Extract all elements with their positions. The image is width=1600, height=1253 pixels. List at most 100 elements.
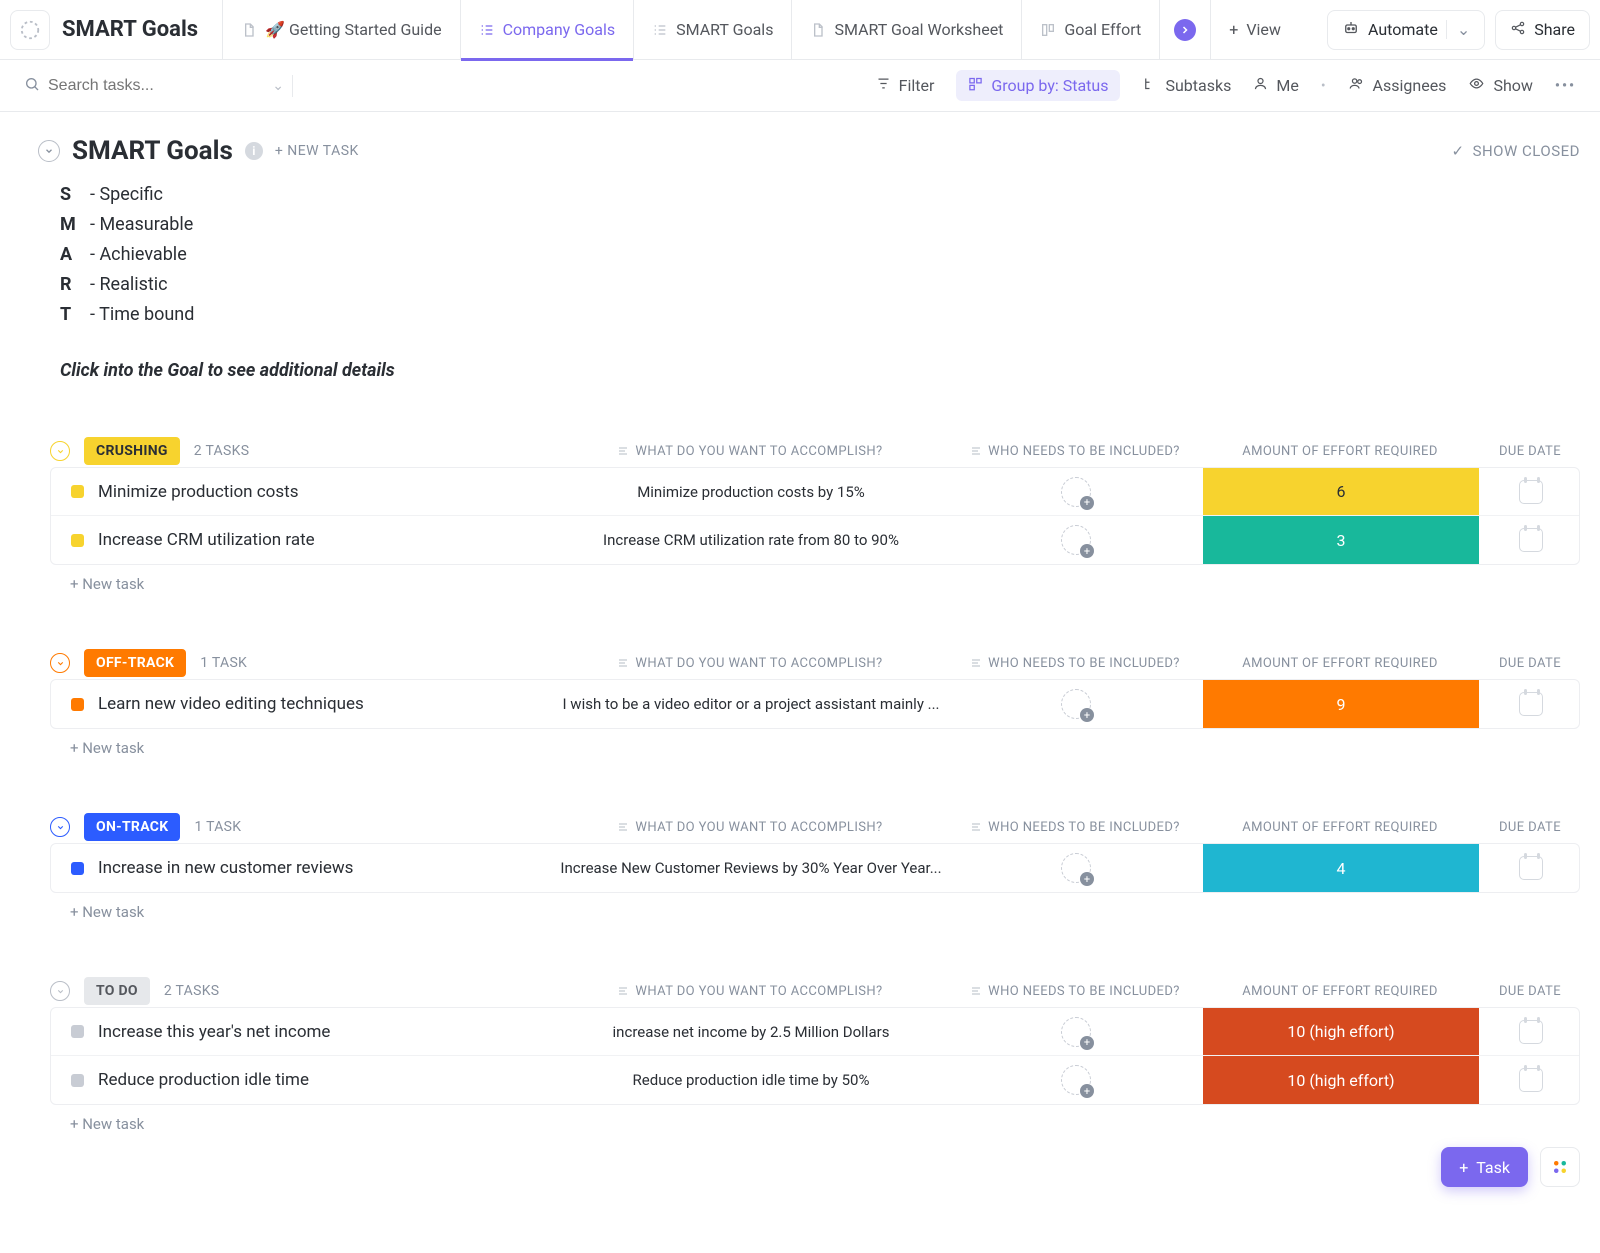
- status-square-icon[interactable]: [71, 534, 84, 547]
- tabs-overflow[interactable]: [1159, 0, 1210, 60]
- more-icon[interactable]: •••: [1555, 78, 1576, 94]
- column-accomplish[interactable]: WHAT DO YOU WANT TO ACCOMPLISH?: [550, 820, 950, 835]
- status-pill[interactable]: ON-TRACK: [84, 813, 180, 841]
- column-accomplish[interactable]: WHAT DO YOU WANT TO ACCOMPLISH?: [550, 984, 950, 999]
- search-box[interactable]: ⌄: [24, 76, 284, 96]
- column-effort[interactable]: AMOUNT OF EFFORT REQUIRED: [1200, 984, 1480, 999]
- column-effort[interactable]: AMOUNT OF EFFORT REQUIRED: [1200, 820, 1480, 835]
- column-effort[interactable]: AMOUNT OF EFFORT REQUIRED: [1200, 444, 1480, 459]
- task-row[interactable]: Minimize production costs Minimize produ…: [51, 468, 1579, 516]
- collapse-group-icon[interactable]: [50, 817, 70, 837]
- collapse-group-icon[interactable]: [50, 981, 70, 1001]
- effort-cell[interactable]: 9: [1201, 680, 1481, 728]
- list-icon[interactable]: [10, 10, 50, 50]
- add-task-row[interactable]: + New task: [50, 565, 1580, 593]
- calendar-icon[interactable]: [1519, 528, 1543, 552]
- column-due[interactable]: DUE DATE: [1480, 984, 1580, 999]
- tab-goal-effort[interactable]: Goal Effort: [1021, 0, 1159, 60]
- add-assignee-icon[interactable]: [1061, 525, 1091, 555]
- due-date-cell[interactable]: [1481, 1068, 1580, 1092]
- due-date-cell[interactable]: [1481, 692, 1580, 716]
- effort-cell[interactable]: 4: [1201, 844, 1481, 892]
- column-included[interactable]: WHO NEEDS TO BE INCLUDED?: [950, 984, 1200, 999]
- add-assignee-icon[interactable]: [1061, 689, 1091, 719]
- automate-button[interactable]: Automate ⌄: [1327, 10, 1485, 50]
- calendar-icon[interactable]: [1519, 1068, 1543, 1092]
- status-pill[interactable]: OFF-TRACK: [84, 649, 186, 677]
- tab-getting-started[interactable]: 🚀 Getting Started Guide: [222, 0, 460, 60]
- accomplish-cell[interactable]: increase net income by 2.5 Million Dolla…: [551, 1023, 951, 1041]
- column-accomplish[interactable]: WHAT DO YOU WANT TO ACCOMPLISH?: [550, 656, 950, 671]
- search-input[interactable]: [48, 77, 264, 95]
- status-square-icon[interactable]: [71, 485, 84, 498]
- apps-button[interactable]: [1540, 1147, 1580, 1187]
- filter-button[interactable]: Filter: [876, 76, 935, 95]
- due-date-cell[interactable]: [1481, 1020, 1580, 1044]
- due-date-cell[interactable]: [1481, 480, 1580, 504]
- accomplish-cell[interactable]: Increase New Customer Reviews by 30% Yea…: [551, 859, 951, 877]
- status-square-icon[interactable]: [71, 862, 84, 875]
- due-date-cell[interactable]: [1481, 856, 1580, 880]
- task-row[interactable]: Learn new video editing techniques I wis…: [51, 680, 1579, 728]
- tab-company-goals[interactable]: Company Goals: [460, 0, 634, 60]
- column-included[interactable]: WHO NEEDS TO BE INCLUDED?: [950, 656, 1200, 671]
- column-included[interactable]: WHO NEEDS TO BE INCLUDED?: [950, 820, 1200, 835]
- accomplish-cell[interactable]: Increase CRM utilization rate from 80 to…: [551, 531, 951, 549]
- assignee-cell[interactable]: [951, 1065, 1201, 1095]
- status-square-icon[interactable]: [71, 1074, 84, 1087]
- add-assignee-icon[interactable]: [1061, 1065, 1091, 1095]
- column-effort[interactable]: AMOUNT OF EFFORT REQUIRED: [1200, 656, 1480, 671]
- me-button[interactable]: Me: [1253, 76, 1298, 95]
- show-closed-button[interactable]: ✓ SHOW CLOSED: [1452, 142, 1581, 160]
- task-row[interactable]: Increase this year's net income increase…: [51, 1008, 1579, 1056]
- calendar-icon[interactable]: [1519, 856, 1543, 880]
- assignee-cell[interactable]: [951, 689, 1201, 719]
- share-button[interactable]: Share: [1495, 10, 1590, 50]
- assignee-cell[interactable]: [951, 853, 1201, 883]
- assignee-cell[interactable]: [951, 1017, 1201, 1047]
- column-due[interactable]: DUE DATE: [1480, 444, 1580, 459]
- chevron-down-icon[interactable]: ⌄: [272, 78, 284, 94]
- assignee-cell[interactable]: [951, 525, 1201, 555]
- assignee-cell[interactable]: [951, 477, 1201, 507]
- add-assignee-icon[interactable]: [1061, 477, 1091, 507]
- column-accomplish[interactable]: WHAT DO YOU WANT TO ACCOMPLISH?: [550, 444, 950, 459]
- show-button[interactable]: Show: [1468, 76, 1532, 95]
- task-row[interactable]: Reduce production idle time Reduce produ…: [51, 1056, 1579, 1104]
- effort-cell[interactable]: 3: [1201, 516, 1481, 564]
- status-pill[interactable]: CRUSHING: [84, 437, 180, 465]
- status-square-icon[interactable]: [71, 698, 84, 711]
- new-task-button[interactable]: + NEW TASK: [275, 143, 359, 159]
- effort-cell[interactable]: 10 (high effort): [1201, 1056, 1481, 1104]
- add-task-row[interactable]: + New task: [50, 729, 1580, 757]
- calendar-icon[interactable]: [1519, 1020, 1543, 1044]
- effort-cell[interactable]: 6: [1201, 468, 1481, 515]
- due-date-cell[interactable]: [1481, 528, 1580, 552]
- column-included[interactable]: WHO NEEDS TO BE INCLUDED?: [950, 444, 1200, 459]
- add-task-row[interactable]: + New task: [50, 1105, 1580, 1133]
- tab-smart-goals[interactable]: SMART Goals: [633, 0, 791, 60]
- status-square-icon[interactable]: [71, 1025, 84, 1038]
- collapse-group-icon[interactable]: [50, 441, 70, 461]
- group-by-button[interactable]: Group by: Status: [956, 70, 1120, 101]
- add-view[interactable]: + View: [1210, 0, 1299, 60]
- effort-cell[interactable]: 10 (high effort): [1201, 1008, 1481, 1055]
- calendar-icon[interactable]: [1519, 692, 1543, 716]
- column-due[interactable]: DUE DATE: [1480, 656, 1580, 671]
- assignees-button[interactable]: Assignees: [1348, 76, 1447, 95]
- task-row[interactable]: Increase in new customer reviews Increas…: [51, 844, 1579, 892]
- calendar-icon[interactable]: [1519, 480, 1543, 504]
- column-due[interactable]: DUE DATE: [1480, 820, 1580, 835]
- accomplish-cell[interactable]: I wish to be a video editor or a project…: [551, 695, 951, 713]
- task-row[interactable]: Increase CRM utilization rate Increase C…: [51, 516, 1579, 564]
- subtasks-button[interactable]: Subtasks: [1142, 76, 1231, 95]
- tab-worksheet[interactable]: SMART Goal Worksheet: [791, 0, 1021, 60]
- new-task-fab[interactable]: + Task: [1441, 1147, 1528, 1187]
- collapse-list-icon[interactable]: [38, 140, 60, 162]
- info-icon[interactable]: i: [245, 142, 263, 160]
- status-pill[interactable]: TO DO: [84, 977, 150, 1005]
- accomplish-cell[interactable]: Minimize production costs by 15%: [551, 483, 951, 501]
- add-task-row[interactable]: + New task: [50, 893, 1580, 921]
- collapse-group-icon[interactable]: [50, 653, 70, 673]
- add-assignee-icon[interactable]: [1061, 1017, 1091, 1047]
